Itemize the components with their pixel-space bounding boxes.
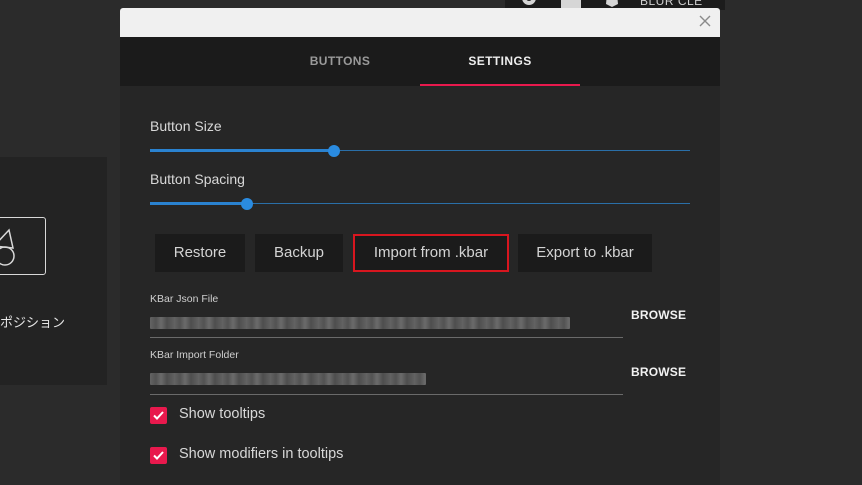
checkmark-icon: [153, 451, 164, 460]
field-underline: [150, 337, 623, 338]
close-icon[interactable]: [698, 14, 712, 28]
browse-import-folder-button[interactable]: BROWSE: [631, 365, 686, 379]
slider-thumb[interactable]: [327, 145, 340, 157]
restore-button[interactable]: Restore: [155, 234, 245, 272]
dialog-titlebar: [120, 8, 720, 37]
kbar-json-file-input[interactable]: [150, 317, 570, 329]
import-kbar-button[interactable]: Import from .kbar: [353, 234, 509, 272]
slider-fill: [150, 202, 248, 205]
backup-button[interactable]: Backup: [255, 234, 343, 272]
square-icon: [561, 0, 581, 8]
tab-settings[interactable]: SETTINGS: [420, 37, 580, 86]
export-kbar-button[interactable]: Export to .kbar: [518, 234, 652, 272]
kbar-import-folder-label: KBar Import Folder: [150, 349, 239, 361]
browse-json-file-button[interactable]: BROWSE: [631, 308, 686, 322]
button-size-label: Button Size: [150, 118, 222, 134]
kbar-json-file-label: KBar Json File: [150, 293, 219, 305]
tab-buttons[interactable]: BUTTONS: [260, 37, 420, 86]
tab-bar: BUTTONS SETTINGS: [120, 37, 720, 86]
screen: BLUR CLE ポジション BUTTONS SETTINGS Button S…: [0, 0, 862, 485]
checkmark-icon: [153, 411, 164, 420]
kbar-import-folder-input[interactable]: [150, 373, 426, 385]
button-spacing-label: Button Spacing: [150, 171, 245, 187]
show-tooltips-checkbox[interactable]: [150, 407, 167, 424]
background-side-label: ポジション: [0, 316, 66, 331]
active-tab-indicator: [420, 84, 580, 86]
slider-thumb[interactable]: [241, 198, 254, 210]
slider-fill: [150, 149, 334, 152]
field-underline: [150, 394, 623, 395]
show-tooltips-label[interactable]: Show tooltips: [179, 406, 265, 422]
button-spacing-slider[interactable]: [150, 197, 690, 211]
settings-dialog: BUTTONS SETTINGS Button Size Button Spac…: [120, 8, 720, 485]
shape-tool-icon: [0, 217, 46, 275]
gear-icon: [522, 0, 536, 5]
show-modifiers-label[interactable]: Show modifiers in tooltips: [179, 446, 343, 462]
show-modifiers-checkbox[interactable]: [150, 447, 167, 464]
button-size-slider[interactable]: [150, 144, 690, 158]
bell-icon: [606, 0, 618, 7]
background-top-text: BLUR CLE: [640, 0, 703, 8]
